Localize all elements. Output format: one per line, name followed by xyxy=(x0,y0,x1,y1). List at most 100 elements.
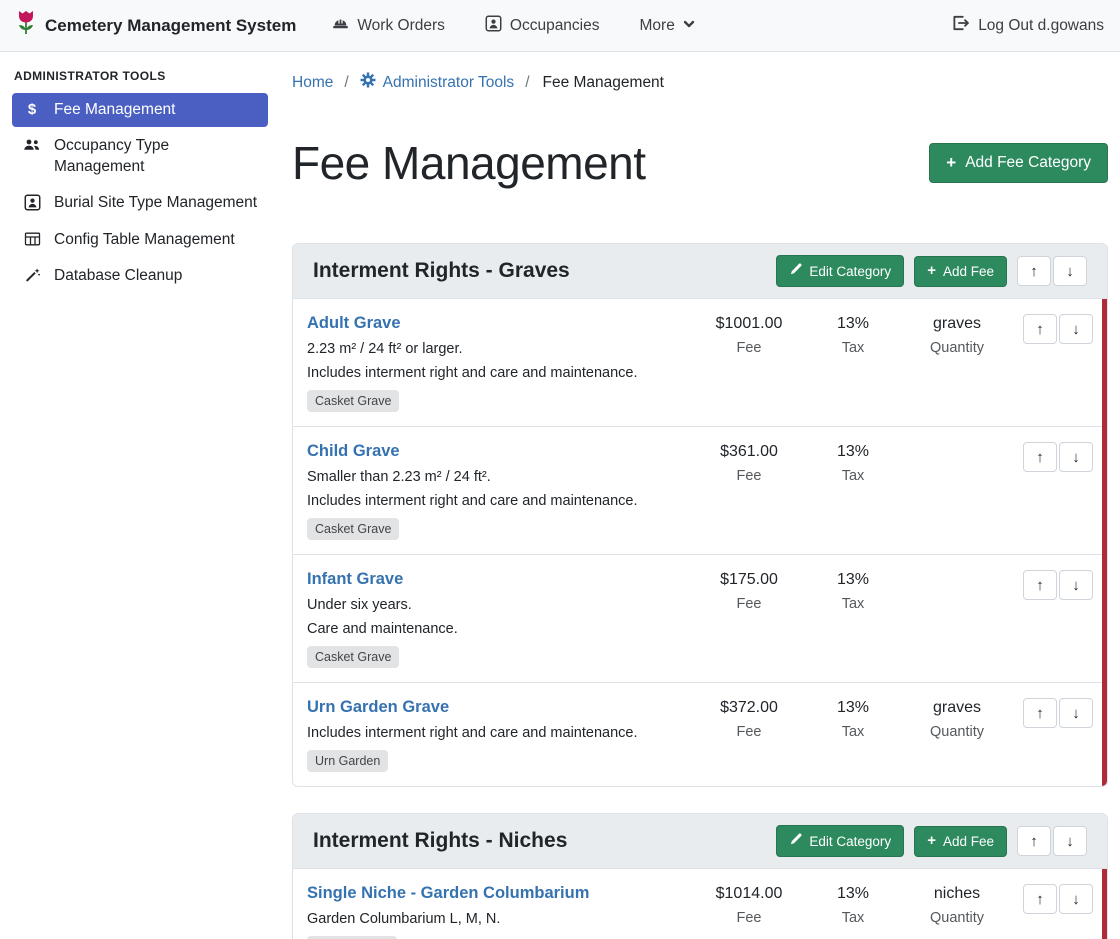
add-fee-label: Add Fee xyxy=(943,264,994,279)
move-fee-up-button[interactable]: ↑ xyxy=(1023,314,1057,344)
fee-description: Includes interment right and care and ma… xyxy=(307,493,697,509)
fee-description: Care and maintenance. xyxy=(307,621,697,637)
fee-tax-label: Tax xyxy=(801,340,905,356)
breadcrumb: Home / Administrator Tools / Fee Managem… xyxy=(292,72,1108,93)
fee-description: Smaller than 2.23 m² / 24 ft². xyxy=(307,469,697,485)
add-fee-button[interactable]: + Add Fee xyxy=(914,256,1007,287)
fee-type-badge: Casket Grave xyxy=(307,646,399,668)
fee-row-child-grave: Child Grave Smaller than 2.23 m² / 24 ft… xyxy=(293,427,1107,555)
breadcrumb-current: Fee Management xyxy=(543,74,665,92)
fee-tax-label: Tax xyxy=(801,724,905,740)
pencil-icon xyxy=(789,263,802,279)
fee-description: 2.23 m² / 24 ft² or larger. xyxy=(307,341,697,357)
fee-category-card-niches: Interment Rights - Niches Edit Category … xyxy=(292,813,1108,939)
fee-name-link[interactable]: Single Niche - Garden Columbarium xyxy=(307,884,589,903)
sidebar-item-burial-site-type-management[interactable]: Burial Site Type Management xyxy=(12,186,268,220)
edit-category-button[interactable]: Edit Category xyxy=(776,825,904,857)
move-fee-up-button[interactable]: ↑ xyxy=(1023,698,1057,728)
fee-quantity-label: Quantity xyxy=(905,724,1009,740)
fee-row-infant-grave: Infant Grave Under six years. Care and m… xyxy=(293,555,1107,683)
move-fee-up-button[interactable]: ↑ xyxy=(1023,884,1057,914)
fee-amount-label: Fee xyxy=(697,468,801,484)
fee-type-badge: Casket Grave xyxy=(307,518,399,540)
edit-category-label: Edit Category xyxy=(809,264,891,279)
main-nav: Work Orders Occupancies More xyxy=(332,15,951,37)
plus-icon: + xyxy=(946,155,956,170)
nav-occupancies-label: Occupancies xyxy=(510,17,600,35)
move-category-up-button[interactable]: ↑ xyxy=(1017,826,1051,856)
breadcrumb-home-link[interactable]: Home xyxy=(292,74,333,92)
breadcrumb-admin-tools-label: Administrator Tools xyxy=(383,74,515,92)
add-fee-category-button[interactable]: + Add Fee Category xyxy=(929,143,1108,183)
sidebar-item-occupancy-type-management[interactable]: Occupancy Type Management xyxy=(12,129,268,184)
fee-name-link[interactable]: Urn Garden Grave xyxy=(307,698,449,717)
sidebar-item-label: Config Table Management xyxy=(54,230,235,250)
move-fee-down-button[interactable]: ↓ xyxy=(1059,884,1093,914)
fee-name-link[interactable]: Adult Grave xyxy=(307,314,401,333)
move-fee-down-button[interactable]: ↓ xyxy=(1059,314,1093,344)
fee-amount: $372.00 xyxy=(697,699,801,717)
pencil-icon xyxy=(789,833,802,849)
dollar-icon: $ xyxy=(22,101,42,119)
fee-quantity: graves xyxy=(905,315,1009,333)
sidebar-item-label: Burial Site Type Management xyxy=(54,193,257,213)
move-fee-down-button[interactable]: ↓ xyxy=(1059,442,1093,472)
fee-tax: 13% xyxy=(801,885,905,903)
move-category-down-button[interactable]: ↓ xyxy=(1053,256,1087,286)
fee-description: Includes interment right and care and ma… xyxy=(307,365,697,381)
nav-work-orders-label: Work Orders xyxy=(357,17,445,35)
fee-amount-label: Fee xyxy=(697,596,801,612)
hard-hat-icon xyxy=(332,15,349,37)
fee-quantity: graves xyxy=(905,699,1009,717)
top-navbar: Cemetery Management System Work Orders O… xyxy=(0,0,1120,52)
card-scrollbar[interactable] xyxy=(1102,299,1107,786)
cleanup-wand-icon xyxy=(22,267,42,283)
move-fee-down-button[interactable]: ↓ xyxy=(1059,570,1093,600)
sidebar-item-config-table-management[interactable]: Config Table Management xyxy=(12,223,268,257)
fee-tax: 13% xyxy=(801,571,905,589)
move-fee-up-button[interactable]: ↑ xyxy=(1023,570,1057,600)
move-category-up-button[interactable]: ↑ xyxy=(1017,256,1051,286)
nav-occupancies[interactable]: Occupancies xyxy=(485,15,600,37)
move-fee-up-button[interactable]: ↑ xyxy=(1023,442,1057,472)
plus-icon: + xyxy=(927,834,936,848)
breadcrumb-separator: / xyxy=(525,74,529,92)
fee-tax: 13% xyxy=(801,443,905,461)
move-category-down-button[interactable]: ↓ xyxy=(1053,826,1087,856)
nav-logout[interactable]: Log Out d.gowans xyxy=(951,14,1104,37)
fee-quantity: niches xyxy=(905,885,1009,903)
fee-amount: $1001.00 xyxy=(697,315,801,333)
fee-amount-label: Fee xyxy=(697,340,801,356)
fee-quantity-empty xyxy=(905,442,1009,443)
edit-category-button[interactable]: Edit Category xyxy=(776,255,904,287)
category-body: Adult Grave 2.23 m² / 24 ft² or larger. … xyxy=(293,299,1107,786)
fee-row-urn-garden-grave: Urn Garden Grave Includes interment righ… xyxy=(293,683,1107,786)
gear-icon xyxy=(360,72,376,93)
fee-quantity-label: Quantity xyxy=(905,910,1009,926)
fee-row-single-niche: Single Niche - Garden Columbarium Garden… xyxy=(293,869,1107,939)
app-brand[interactable]: Cemetery Management System xyxy=(16,10,296,41)
breadcrumb-admin-tools-link[interactable]: Administrator Tools xyxy=(360,72,515,93)
move-fee-down-button[interactable]: ↓ xyxy=(1059,698,1093,728)
edit-category-label: Edit Category xyxy=(809,834,891,849)
sidebar-item-database-cleanup[interactable]: Database Cleanup xyxy=(12,259,268,293)
nav-work-orders[interactable]: Work Orders xyxy=(332,15,445,37)
table-icon xyxy=(22,231,42,247)
card-scrollbar[interactable] xyxy=(1102,869,1107,939)
fee-amount: $361.00 xyxy=(697,443,801,461)
fee-quantity-label: Quantity xyxy=(905,340,1009,356)
fee-amount: $1014.00 xyxy=(697,885,801,903)
add-fee-button[interactable]: + Add Fee xyxy=(914,826,1007,857)
fee-name-link[interactable]: Child Grave xyxy=(307,442,400,461)
breadcrumb-home-label: Home xyxy=(292,74,333,92)
fee-tax: 13% xyxy=(801,315,905,333)
people-icon xyxy=(22,137,42,153)
fee-name-link[interactable]: Infant Grave xyxy=(307,570,403,589)
fee-type-badge: Casket Grave xyxy=(307,390,399,412)
category-header: Interment Rights - Niches Edit Category … xyxy=(293,814,1107,869)
person-frame-icon xyxy=(22,194,42,211)
fee-tax-label: Tax xyxy=(801,468,905,484)
nav-more[interactable]: More xyxy=(640,17,695,35)
sidebar-item-fee-management[interactable]: $ Fee Management xyxy=(12,93,268,127)
add-fee-category-label: Add Fee Category xyxy=(965,154,1091,172)
